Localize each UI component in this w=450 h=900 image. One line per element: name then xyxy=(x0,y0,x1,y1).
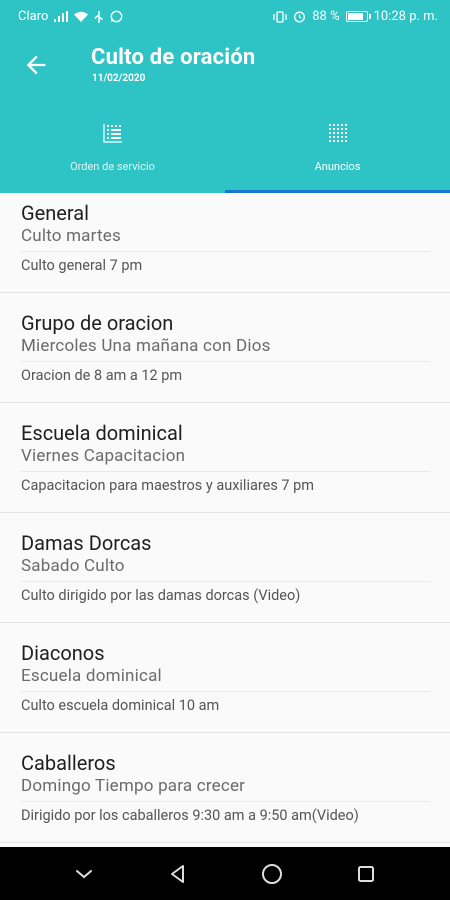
item-subtitle: Miercoles Una mañana con Dios xyxy=(21,336,271,356)
list-item[interactable]: Caballeros Domingo Tiempo para crecer Di… xyxy=(0,733,450,843)
alarm-icon xyxy=(294,11,306,23)
divider xyxy=(21,801,430,802)
divider xyxy=(21,691,430,692)
battery-fill xyxy=(347,13,364,20)
tab-label: Anuncios xyxy=(314,160,361,173)
clock: 10:28 p. m. xyxy=(373,9,438,24)
list-item[interactable]: Damas Dorcas Sabado Culto Culto dirigido… xyxy=(0,513,450,623)
nav-hide-button[interactable] xyxy=(37,847,131,900)
tab-label: Orden de servicio xyxy=(70,160,155,173)
list-item[interactable]: Grupo de oracion Miercoles Una mañana co… xyxy=(0,293,450,403)
item-description: Dirigido por los caballeros 9:30 am a 9:… xyxy=(21,807,359,824)
battery-percent: 88 % xyxy=(312,9,340,24)
item-subtitle: Domingo Tiempo para crecer xyxy=(21,776,246,796)
divider xyxy=(21,471,430,472)
battery-icon xyxy=(345,11,371,22)
divider xyxy=(21,581,430,582)
dot-grid-icon xyxy=(328,124,347,142)
item-subtitle: Escuela dominical xyxy=(21,666,162,686)
divider xyxy=(21,251,430,252)
nav-back-button[interactable] xyxy=(131,847,225,900)
wifi-icon xyxy=(74,11,89,22)
tab-orden-de-servicio[interactable]: Orden de servicio xyxy=(0,113,225,193)
status-bar: Claro 88 % 10:28 p. m. xyxy=(0,0,450,33)
signal-icon xyxy=(54,11,69,22)
item-description: Culto escuela dominical 10 am xyxy=(21,697,220,714)
list-item[interactable]: Escuela dominical Viernes Capacitacion C… xyxy=(0,403,450,513)
tab-bar: Orden de servicio Anuncios xyxy=(0,113,450,193)
item-title: Diaconos xyxy=(21,641,105,665)
carrier-name: Claro xyxy=(18,9,49,24)
list-item[interactable]: Diaconos Escuela dominical Culto escuela… xyxy=(0,623,450,733)
system-nav-bar xyxy=(0,847,450,900)
page-title: Culto de oración xyxy=(91,45,256,70)
list-grid-icon xyxy=(102,124,122,143)
triangle-back-icon xyxy=(171,864,184,883)
square-recents-icon xyxy=(358,865,374,882)
divider xyxy=(21,361,430,362)
item-title: Escuela dominical xyxy=(21,421,183,445)
item-title: Grupo de oracion xyxy=(21,311,174,335)
item-title: Damas Dorcas xyxy=(21,531,152,555)
item-subtitle: Sabado Culto xyxy=(21,556,125,576)
app-bar: Culto de oración 11/02/2020 Orden de ser… xyxy=(0,33,450,193)
chevron-down-icon xyxy=(76,869,92,878)
item-title: Caballeros xyxy=(21,751,116,775)
item-subtitle: Culto martes xyxy=(21,226,121,246)
back-arrow-icon[interactable] xyxy=(22,51,50,79)
item-subtitle: Viernes Capacitacion xyxy=(21,446,186,466)
item-description: Culto dirigido por las damas dorcas (Vid… xyxy=(21,587,301,604)
nav-recents-button[interactable] xyxy=(319,847,413,900)
usb-icon xyxy=(95,10,104,23)
vibrate-icon xyxy=(273,10,287,23)
list-item[interactable]: General Culto martes Culto general 7 pm xyxy=(0,193,450,293)
item-title: General xyxy=(21,201,90,225)
tab-anuncios[interactable]: Anuncios xyxy=(225,113,450,193)
item-description: Oracion de 8 am a 12 pm xyxy=(21,367,183,384)
item-description: Culto general 7 pm xyxy=(21,257,143,274)
whatsapp-icon xyxy=(110,10,123,23)
announcement-list[interactable]: General Culto martes Culto general 7 pm … xyxy=(0,193,450,847)
circle-home-icon xyxy=(262,863,282,884)
item-description: Capacitacion para maestros y auxiliares … xyxy=(21,477,315,494)
page-date: 11/02/2020 xyxy=(92,73,146,84)
nav-home-button[interactable] xyxy=(225,847,319,900)
